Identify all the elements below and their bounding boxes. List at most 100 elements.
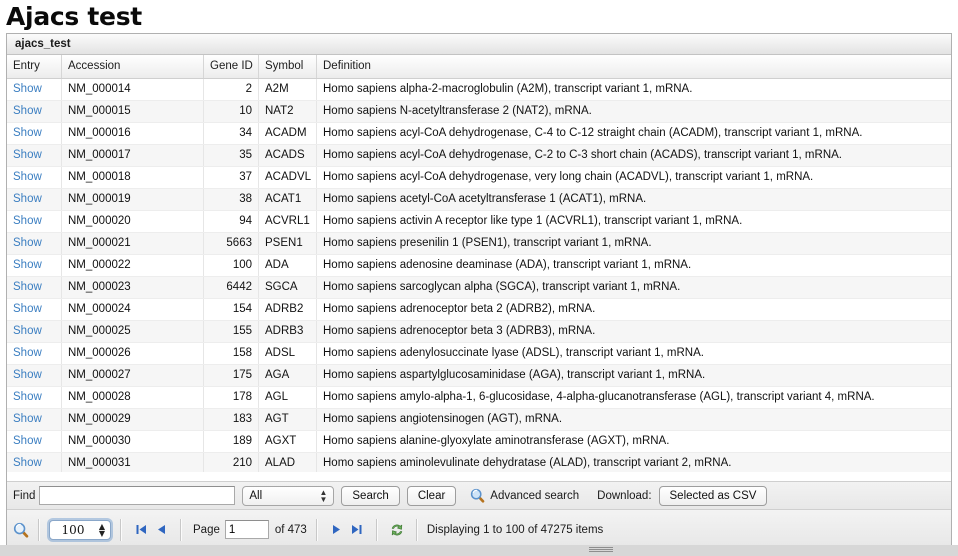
prev-page-button[interactable] (151, 520, 171, 540)
column-header-entry[interactable]: Entry (7, 55, 62, 78)
cell-entry: Show (7, 255, 62, 276)
show-link[interactable]: Show (13, 149, 42, 161)
table-row[interactable]: Show NM_000028 178 AGL Homo sapiens amylo-al… (7, 387, 951, 409)
table-row[interactable]: Show NM_000020 94 ACVRL1 Homo sapiens activi… (7, 211, 951, 233)
show-link[interactable]: Show (13, 105, 42, 117)
show-link[interactable]: Show (13, 259, 42, 271)
table-row[interactable]: Show NM_000019 38 ACAT1 Homo sapiens acetyl-… (7, 189, 951, 211)
cell-accession: NM_000018 (62, 167, 204, 188)
cell-entry: Show (7, 299, 62, 320)
table-row[interactable]: Show NM_000029 183 AGT Homo sapiens angioten… (7, 409, 951, 431)
app-screen: Ajacs test ajacs_test Entry Accession Ge… (0, 0, 958, 556)
show-link[interactable]: Show (13, 215, 42, 227)
show-link[interactable]: Show (13, 369, 42, 381)
column-header-gene-id[interactable]: Gene ID (204, 55, 259, 78)
table-row[interactable]: Show NM_000030 189 AGXT Homo sapiens alanine… (7, 431, 951, 453)
cell-symbol: PSEN1 (259, 233, 317, 254)
column-header-symbol[interactable]: Symbol (259, 55, 317, 78)
cell-definition: Homo sapiens alanine-glyoxylate aminotra… (323, 435, 670, 447)
cell-entry: Show (7, 277, 62, 298)
cell-definition: Homo sapiens acyl-CoA dehydrogenase, ver… (323, 171, 814, 183)
cell-accession: NM_000023 (62, 277, 204, 298)
show-link[interactable]: Show (13, 435, 42, 447)
table-row[interactable]: Show NM_000023 6442 SGCA Homo sapiens sarcog… (7, 277, 951, 299)
page-number-input[interactable] (224, 520, 269, 539)
table-row[interactable]: Show NM_000027 175 AGA Homo sapiens aspartyl… (7, 365, 951, 387)
table-row[interactable]: Show NM_000022 100 ADA Homo sapiens adenosin… (7, 255, 951, 277)
table-row[interactable]: Show NM_000021 5663 PSEN1 Homo sapiens prese… (7, 233, 951, 255)
page-size-select[interactable]: 100 ▲ ▼ (49, 519, 111, 540)
table-row[interactable]: Show NM_000015 10 NAT2 Homo sapiens N-acetyl… (7, 101, 951, 123)
last-page-button[interactable] (347, 520, 367, 540)
cell-symbol: NAT2 (259, 101, 317, 122)
panel-header-title: ajacs_test (7, 34, 951, 55)
pager-toolbar: 100 ▲▼ Page of 473 (7, 509, 951, 549)
cell-accession: NM_000021 (62, 233, 204, 254)
clear-button[interactable]: Clear (406, 485, 457, 506)
cell-gene-id: 189 (204, 431, 259, 452)
show-link[interactable]: Show (13, 457, 42, 469)
first-page-button[interactable] (131, 520, 151, 540)
page-size-value: 100 (61, 522, 85, 537)
table-row[interactable]: Show NM_000026 158 ADSL Homo sapiens adenylo… (7, 343, 951, 365)
pager-status-label: Displaying 1 to 100 of 47275 items (426, 523, 604, 536)
cell-gene-id: 175 (204, 365, 259, 386)
table-row[interactable]: Show NM_000016 34 ACADM Homo sapiens acyl-Co… (7, 123, 951, 145)
advanced-search-link[interactable]: Advanced search (470, 488, 579, 503)
show-link[interactable]: Show (13, 281, 42, 293)
cell-definition: Homo sapiens presenilin 1 (PSEN1), trans… (323, 237, 652, 249)
cell-gene-id: 158 (204, 343, 259, 364)
show-link[interactable]: Show (13, 127, 42, 139)
show-link[interactable]: Show (13, 83, 42, 95)
cell-symbol: AGL (259, 387, 317, 408)
table-row[interactable]: Show NM_000031 210 ALAD Homo sapiens aminole… (7, 453, 951, 472)
table-row[interactable]: Show NM_000017 35 ACADS Homo sapiens acyl-Co… (7, 145, 951, 167)
cell-symbol: ALAD (259, 453, 317, 472)
grid-panel: ajacs_test Entry Accession Gene ID Symbo… (6, 33, 952, 551)
resize-grip[interactable] (589, 547, 613, 552)
table-row[interactable]: Show NM_000024 154 ADRB2 Homo sapiens adreno… (7, 299, 951, 321)
search-button[interactable]: Search (341, 485, 400, 506)
next-page-button[interactable] (327, 520, 347, 540)
cell-symbol: ACAT1 (259, 189, 317, 210)
cell-definition: Homo sapiens acetyl-CoA acetyltransferas… (323, 193, 647, 205)
cell-entry: Show (7, 101, 62, 122)
cell-definition: Homo sapiens adrenoceptor beta 3 (ADRB3)… (323, 325, 596, 337)
cell-accession: NM_000027 (62, 365, 204, 386)
cell-accession: NM_000019 (62, 189, 204, 210)
show-link[interactable]: Show (13, 325, 42, 337)
download-csv-button[interactable]: Selected as CSV (658, 485, 768, 506)
cell-gene-id: 5663 (204, 233, 259, 254)
find-input[interactable] (39, 486, 236, 505)
cell-accession: NM_000017 (62, 145, 204, 166)
cell-definition: Homo sapiens amylo-alpha-1, 6-glucosidas… (323, 391, 875, 403)
cell-symbol: ADRB3 (259, 321, 317, 342)
show-link[interactable]: Show (13, 391, 42, 403)
show-link[interactable]: Show (13, 413, 42, 425)
table-row[interactable]: Show NM_000018 37 ACADVL Homo sapiens acyl-C… (7, 167, 951, 189)
cell-symbol: AGXT (259, 431, 317, 452)
show-link[interactable]: Show (13, 347, 42, 359)
cell-entry: Show (7, 387, 62, 408)
show-link[interactable]: Show (13, 171, 42, 183)
search-scope-value: All (249, 489, 263, 502)
cell-definition: Homo sapiens adrenoceptor beta 2 (ADRB2)… (323, 303, 596, 315)
cell-definition: Homo sapiens N-acetyltransferase 2 (NAT2… (323, 105, 592, 117)
show-link[interactable]: Show (13, 303, 42, 315)
refresh-icon[interactable] (387, 520, 407, 540)
cell-symbol: ADSL (259, 343, 317, 364)
table-row[interactable]: Show NM_000025 155 ADRB3 Homo sapiens adreno… (7, 321, 951, 343)
cell-symbol: AGA (259, 365, 317, 386)
show-link[interactable]: Show (13, 237, 42, 249)
show-link[interactable]: Show (13, 193, 42, 205)
table-row[interactable]: Show NM_000014 2 A2M Homo sapiens alpha-2-ma… (7, 79, 951, 101)
pager-magnifier-icon[interactable] (13, 522, 29, 538)
cell-accession: NM_000029 (62, 409, 204, 430)
cell-entry: Show (7, 145, 62, 166)
total-pages-label: of 473 (274, 523, 307, 536)
toolbar-separator (415, 518, 418, 541)
search-scope-select[interactable]: All ▲ ▼ (242, 485, 335, 506)
find-label: Find (13, 489, 36, 502)
column-header-definition[interactable]: Definition (317, 55, 951, 78)
column-header-accession[interactable]: Accession (62, 55, 204, 78)
